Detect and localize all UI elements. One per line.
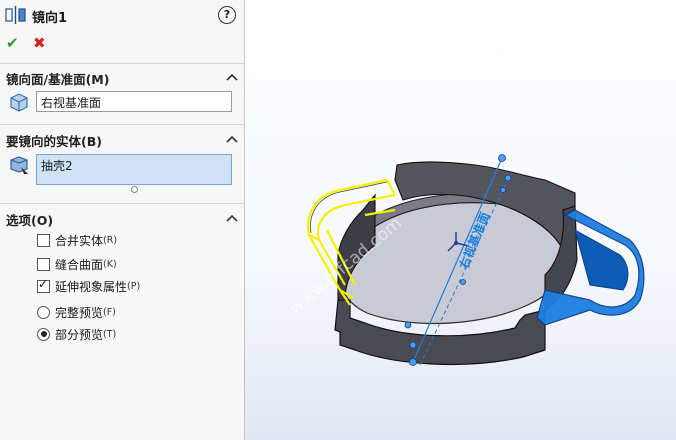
knit-surfaces-label: 缝合曲面	[55, 257, 104, 272]
mirror-face-field[interactable]: 右视基准面	[36, 91, 232, 112]
collapse-caret-icon[interactable]	[226, 214, 238, 222]
bodies-list[interactable]: 抽壳2	[36, 154, 232, 185]
propagate-visual-key: (P)	[127, 280, 141, 292]
divider	[0, 124, 244, 125]
knit-surfaces-key: (K)	[103, 258, 117, 270]
radio-button[interactable]	[37, 305, 50, 319]
list-resize-grip[interactable]	[131, 186, 138, 193]
propagate-visual-label: 延伸视象属性	[55, 279, 128, 294]
divider	[0, 63, 244, 64]
merge-solids-key: (R)	[103, 234, 118, 246]
collapse-caret-icon[interactable]	[226, 73, 238, 81]
radio-button-selected[interactable]	[37, 327, 50, 341]
feature-title: 镜向1	[32, 11, 68, 26]
knit-surfaces-checkbox[interactable]: 缝合曲面 (K)	[37, 256, 117, 272]
plane-select-icon	[10, 93, 28, 112]
help-button[interactable]: ?	[218, 6, 236, 24]
merge-solids-label: 合并实体	[55, 233, 104, 248]
property-manager: 镜向1 ? ✔ ✖ 镜向面/基准面(M) 右视基准面 要镜向的实体(B) 抽壳2…	[0, 0, 245, 440]
divider	[0, 203, 244, 204]
partial-preview-label: 部分预览	[55, 327, 104, 342]
model-view[interactable]: 右视基准面 www.mfcad.com	[245, 0, 676, 440]
checkbox-box-checked[interactable]	[37, 277, 50, 293]
collapse-caret-icon[interactable]	[226, 135, 238, 143]
full-preview-key: (F)	[103, 306, 116, 318]
x-icon: ✖	[33, 34, 46, 52]
propagate-visual-checkbox[interactable]: 延伸视象属性(P)	[37, 277, 141, 294]
full-preview-label: 完整预览	[55, 305, 104, 320]
merge-solids-checkbox[interactable]: 合并实体 (R)	[37, 232, 117, 248]
pm-header: 镜向1 ?	[0, 0, 244, 32]
graphics-area[interactable]: 右视基准面 www.mfcad.com	[245, 0, 676, 440]
mirror-feature-icon	[5, 6, 26, 24]
ok-button[interactable]: ✔	[6, 34, 19, 52]
mirror-face-section-title[interactable]: 镜向面/基准面(M)	[6, 69, 109, 88]
body-select-icon	[10, 156, 28, 174]
checkmark-icon: ✔	[6, 34, 19, 52]
partial-preview-radio[interactable]: 部分预览 (T)	[37, 326, 116, 342]
bodies-section-title[interactable]: 要镜向的实体(B)	[6, 131, 102, 150]
full-preview-radio[interactable]: 完整预览 (F)	[37, 304, 116, 320]
checkbox-box[interactable]	[37, 233, 50, 247]
options-section-title[interactable]: 选项(O)	[6, 210, 53, 229]
partial-preview-key: (T)	[103, 328, 117, 340]
checkbox-box[interactable]	[37, 257, 50, 271]
cancel-button[interactable]: ✖	[33, 34, 46, 52]
